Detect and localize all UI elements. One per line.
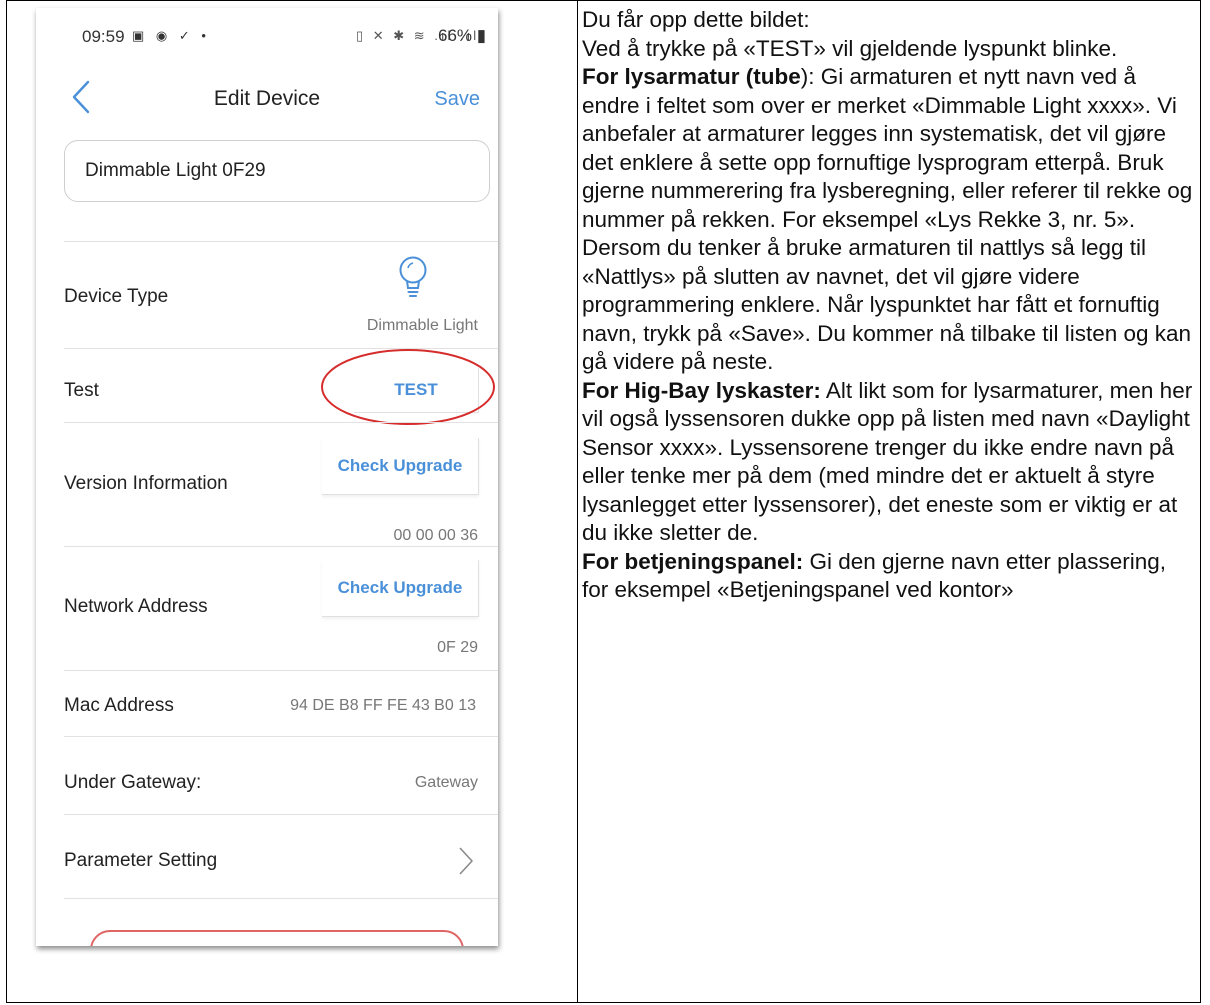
column-divider	[577, 1, 578, 1002]
parameter-setting-label[interactable]: Parameter Setting	[64, 850, 217, 872]
page-title: Edit Device	[213, 87, 321, 110]
version-value: 00 00 00 36	[393, 527, 478, 544]
lightbulb-icon	[399, 256, 427, 297]
panel-paragraph: For betjeningspanel: Gi den gjerne navn …	[582, 548, 1197, 605]
device-name-input[interactable]	[64, 140, 490, 202]
version-label: Version Information	[64, 473, 228, 494]
gateway-value: Gateway	[414, 774, 478, 791]
intro-line: Du får opp dette bildet:	[582, 7, 810, 32]
highbay-paragraph: For Hig-Bay lyskaster: Alt likt som for …	[582, 377, 1197, 548]
save-button[interactable]: Save	[434, 88, 480, 111]
highlight-ellipse	[321, 349, 495, 425]
battery-icon: ▮	[472, 26, 487, 45]
phone-screenshot: 09:59 ▣ ◉ ✓ • ▯ ✕ ✱ ≋ .ıl .ıl 66% ▮ Edit…	[36, 8, 498, 946]
mac-address-value: 94 DE B8 FF FE 43 B0 13	[290, 697, 476, 714]
battery-level: 66% ▮	[438, 26, 487, 45]
device-type-value: Dimmable Light	[366, 317, 478, 334]
device-type-label: Device Type	[64, 286, 169, 307]
instruction-text: Du får opp dette bildet: Ved å trykke på…	[582, 6, 1197, 605]
highbay-heading: For Hig-Bay lyskaster:	[582, 377, 821, 403]
divider	[64, 241, 498, 242]
notification-icons: ▣ ◉ ✓ •	[132, 28, 210, 43]
tube-text: Gi armaturen et nytt navn ved å endre i …	[582, 64, 1193, 374]
test-label: Test	[64, 380, 99, 401]
status-bar: 09:59 ▣ ◉ ✓ • ▯ ✕ ✱ ≋ .ıl .ıl 66% ▮	[36, 8, 498, 58]
check-upgrade-button-network[interactable]: Check Upgrade	[322, 560, 479, 617]
divider	[64, 736, 498, 737]
nav-bar: Edit Device Save	[36, 70, 498, 120]
tube-paragraph: For lysarmatur (tube): Gi armaturen et n…	[582, 64, 1193, 374]
divider	[64, 814, 498, 815]
divider	[64, 422, 498, 423]
gateway-label: Under Gateway:	[64, 772, 202, 793]
panel-heading: For betjeningspanel:	[582, 548, 804, 574]
mac-address-label: Mac Address	[64, 695, 174, 716]
network-address-value: 0F 29	[437, 639, 478, 656]
status-time: 09:59	[82, 27, 125, 46]
check-upgrade-button-version[interactable]: Check Upgrade	[322, 438, 479, 495]
tube-heading: For lysarmatur (tube	[582, 64, 801, 89]
test-note: Ved å trykke på «TEST» vil gjeldende lys…	[582, 35, 1118, 61]
delete-device-button[interactable]	[90, 930, 464, 946]
divider	[64, 670, 498, 671]
divider	[64, 898, 498, 899]
divider	[64, 546, 498, 547]
network-address-label: Network Address	[64, 596, 208, 617]
chevron-right-icon[interactable]	[458, 846, 474, 876]
